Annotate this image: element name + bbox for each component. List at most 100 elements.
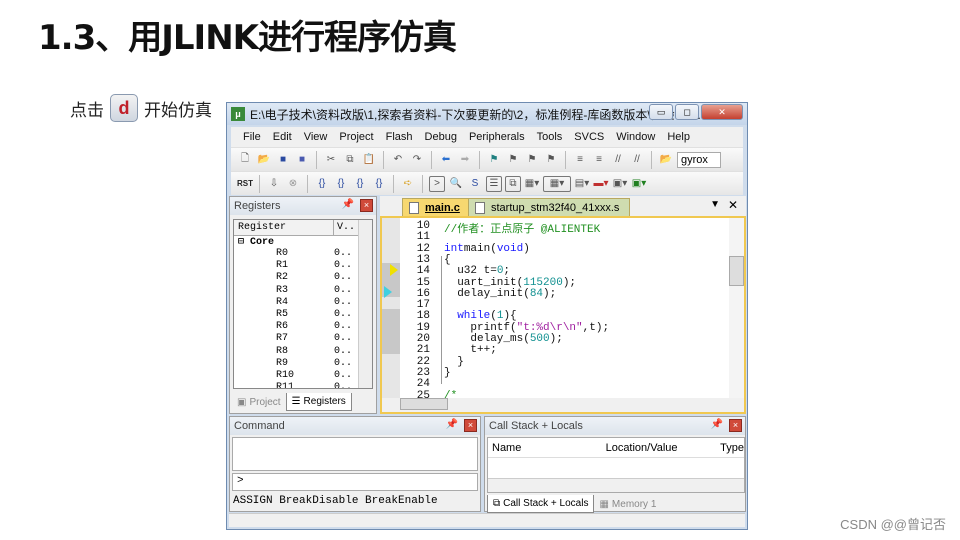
close-editor-icon[interactable]: ✕ — [728, 198, 738, 212]
close-button[interactable]: ✕ — [701, 104, 743, 120]
toolbar-debug: RST ⇩ ⊗ {} {} {} {} ➪ > 🔍 S ☰ ⧉ ▦▾ ▦▾ ▤▾… — [231, 171, 743, 195]
register-row[interactable]: R6 0.. — [234, 321, 372, 333]
prev-bookmark-icon[interactable]: ⚑ — [505, 152, 521, 168]
menu-edit[interactable]: Edit — [267, 131, 298, 143]
callstack-table: Name Location/Value Type — [487, 437, 745, 493]
trace-icon[interactable]: ▣▾ — [612, 176, 628, 192]
system-viewer-icon[interactable]: ▣▾ — [631, 176, 647, 192]
register-row[interactable]: R4 0.. — [234, 297, 372, 309]
tab-main-c[interactable]: main.c — [402, 198, 471, 216]
pin-icon[interactable]: 📌 — [342, 199, 354, 210]
step-out-icon[interactable]: {} — [352, 176, 368, 192]
show-next-statement-icon[interactable]: ➪ — [400, 176, 416, 192]
register-row[interactable]: R7 0.. — [234, 333, 372, 345]
run-icon[interactable]: ⇩ — [266, 176, 282, 192]
editor-vscrollbar[interactable] — [729, 218, 744, 398]
save-icon[interactable]: ■ — [275, 152, 291, 168]
menu-project[interactable]: Project — [333, 131, 379, 143]
open-icon[interactable]: 📂 — [256, 152, 272, 168]
register-row[interactable]: R8 0.. — [234, 346, 372, 358]
uncomment-icon[interactable]: // — [629, 152, 645, 168]
close-icon[interactable]: × — [360, 199, 373, 212]
menu-window[interactable]: Window — [610, 131, 661, 143]
save-all-icon[interactable]: ■ — [294, 152, 310, 168]
menu-tools[interactable]: Tools — [531, 131, 569, 143]
code-line: t++; — [444, 344, 497, 357]
callstack-hscrollbar[interactable] — [488, 478, 744, 492]
col-register[interactable]: Register — [234, 220, 334, 235]
pin-icon[interactable]: 📌 — [711, 419, 723, 430]
col-name[interactable]: Name — [488, 438, 602, 457]
line-number: 20 — [416, 333, 430, 345]
menu-peripherals[interactable]: Peripherals — [463, 131, 531, 143]
register-row[interactable]: R10 0.. — [234, 370, 372, 382]
register-row[interactable]: R11 0.. — [234, 382, 372, 389]
forward-icon[interactable]: ➡ — [457, 152, 473, 168]
tab-callstack[interactable]: ⧉ Call Stack + Locals — [487, 495, 595, 513]
maximize-button[interactable]: ◻ — [675, 104, 699, 120]
disassembly-icon[interactable]: 🔍 — [448, 176, 464, 192]
close-icon[interactable]: × — [464, 419, 477, 432]
tab-startup[interactable]: startup_stm32f40_41xxx.s — [468, 198, 631, 216]
editor-hscrollbar[interactable] — [382, 398, 744, 412]
register-row[interactable]: R0 0.. — [234, 248, 372, 260]
menu-svcs[interactable]: SVCS — [568, 131, 610, 143]
clear-bookmarks-icon[interactable]: ⚑ — [543, 152, 559, 168]
menu-file[interactable]: File — [237, 131, 267, 143]
logic-analyzer-icon[interactable]: ▬▾ — [593, 176, 609, 192]
minimize-button[interactable]: ▭ — [649, 104, 673, 120]
comment-icon[interactable]: // — [610, 152, 626, 168]
register-row[interactable]: R3 0.. — [234, 285, 372, 297]
register-row[interactable]: R2 0.. — [234, 272, 372, 284]
cut-icon[interactable]: ✂ — [323, 152, 339, 168]
command-input[interactable]: > — [232, 473, 478, 491]
menu-view[interactable]: View — [298, 131, 334, 143]
register-name: R2 — [276, 272, 289, 284]
menu-help[interactable]: Help — [661, 131, 696, 143]
undo-icon[interactable]: ↶ — [390, 152, 406, 168]
register-row[interactable]: R9 0.. — [234, 358, 372, 370]
watch-icon[interactable]: ▦▾ — [524, 176, 540, 192]
tab-registers[interactable]: ☰ Registers — [285, 393, 352, 411]
bookmark-icon[interactable]: ⚑ — [486, 152, 502, 168]
register-row[interactable]: R5 0.. — [234, 309, 372, 321]
call-stack-icon[interactable]: ⧉ — [505, 175, 521, 192]
redo-icon[interactable]: ↷ — [409, 152, 425, 168]
pin-icon[interactable]: 📌 — [446, 419, 458, 430]
tab-memory[interactable]: ▦ Memory 1 — [594, 495, 661, 513]
col-value[interactable]: V.. — [334, 220, 358, 235]
copy-icon[interactable]: ⧉ — [342, 152, 358, 168]
register-value: 0.. — [334, 382, 353, 389]
menu-debug[interactable]: Debug — [419, 131, 463, 143]
tab-project[interactable]: ▣ Project — [232, 393, 286, 411]
step-over-icon[interactable]: {} — [333, 176, 349, 192]
find-combo[interactable]: gyrox — [677, 151, 721, 168]
col-location-value[interactable]: Location/Value — [602, 438, 717, 457]
register-row[interactable]: R1 0.. — [234, 260, 372, 272]
new-file-icon[interactable]: 🗋 — [237, 152, 253, 168]
memory-icon[interactable]: ▦▾ — [543, 175, 571, 192]
paste-icon[interactable]: 📋 — [361, 152, 377, 168]
run-to-cursor-icon[interactable]: {} — [371, 176, 387, 192]
reset-icon[interactable]: RST — [237, 176, 253, 192]
indent-icon[interactable]: ≡ — [572, 152, 588, 168]
line-number: 24 — [416, 378, 430, 391]
step-into-icon[interactable]: {} — [314, 176, 330, 192]
code-view[interactable]: 10 //作者：正点原子 @ALIENTEK 11 12 intmain(void) 13… — [382, 220, 730, 402]
stop-icon[interactable]: ⊗ — [285, 176, 301, 192]
menu-flash[interactable]: Flash — [380, 131, 419, 143]
registers-window-icon[interactable]: ☰ — [486, 175, 502, 192]
close-icon[interactable]: × — [729, 419, 742, 432]
serial-icon[interactable]: ▤▾ — [574, 176, 590, 192]
back-icon[interactable]: ⬅ — [438, 152, 454, 168]
symbols-icon[interactable]: S — [467, 176, 483, 192]
group-core[interactable]: ⊟ Core — [234, 236, 372, 248]
next-bookmark-icon[interactable]: ⚑ — [524, 152, 540, 168]
command-window-icon[interactable]: > — [429, 175, 445, 192]
registers-scrollbar[interactable] — [358, 220, 372, 388]
tab-list-icon[interactable]: ▼ — [710, 199, 720, 210]
col-type[interactable]: Type — [716, 438, 744, 457]
unindent-icon[interactable]: ≡ — [591, 152, 607, 168]
find-in-files-icon[interactable]: 📂 — [658, 152, 674, 168]
line-number: 14 — [416, 265, 430, 278]
